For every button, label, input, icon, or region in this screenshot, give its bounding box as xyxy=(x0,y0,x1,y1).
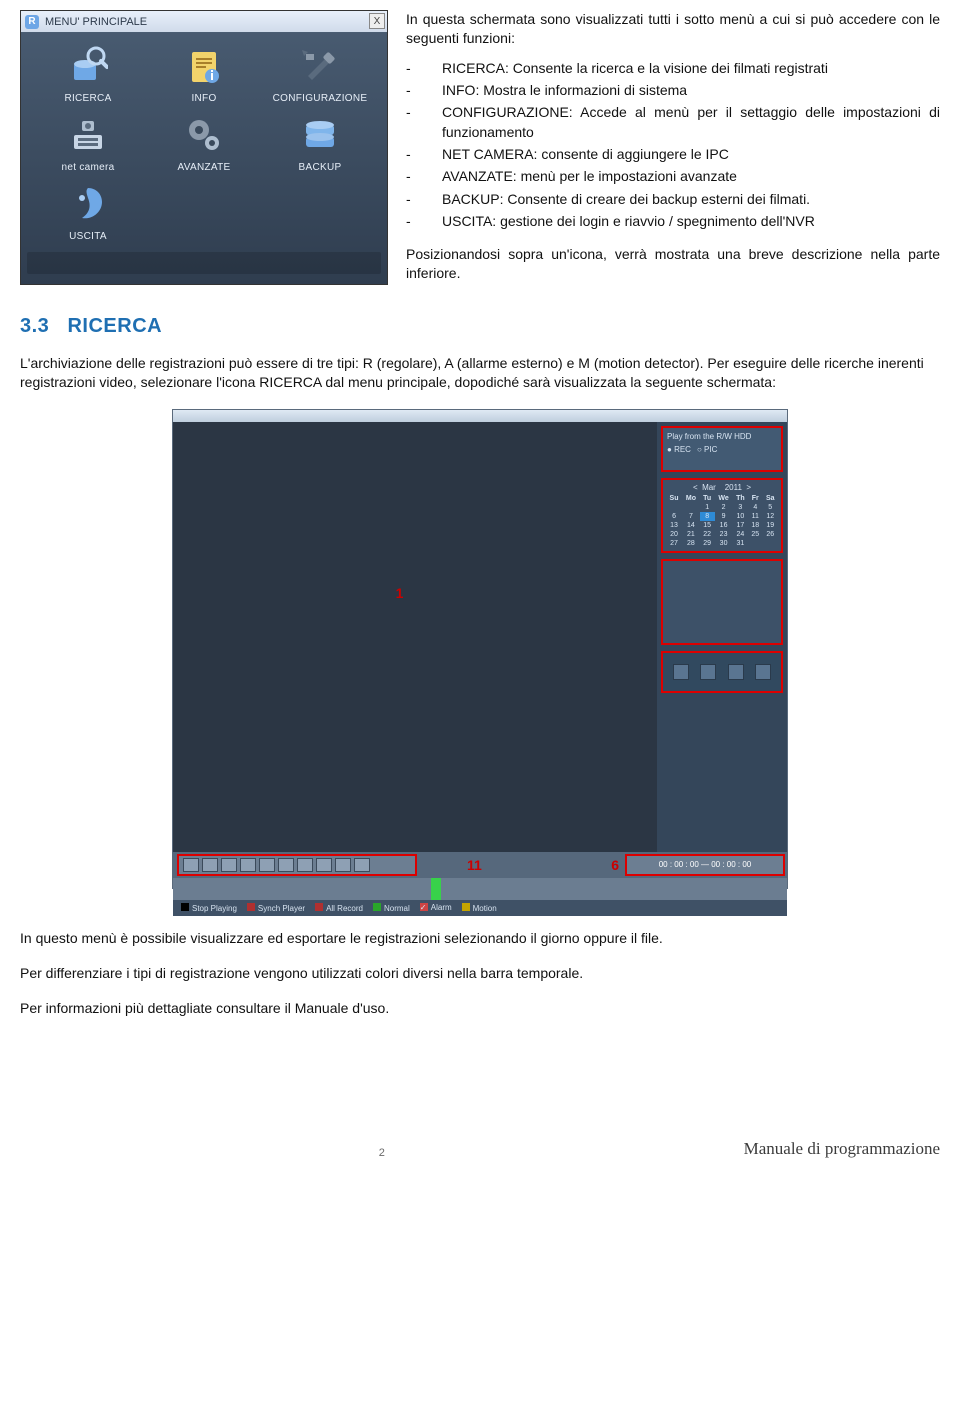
layout-panel[interactable] xyxy=(661,651,783,693)
backup-icon xyxy=(297,112,343,158)
page-footer: 2 Manuale di programmazione xyxy=(20,1139,940,1159)
legend-item: All Record xyxy=(315,903,363,913)
layout-1up-icon[interactable] xyxy=(673,664,689,680)
search-bottom: Stop Playing Synch Player All Record Nor… xyxy=(173,878,787,916)
legend-item: Stop Playing xyxy=(181,903,237,913)
legend-item: Motion xyxy=(462,903,497,913)
skip-back-icon[interactable] xyxy=(297,858,313,872)
info-icon xyxy=(181,43,227,89)
menu-item-config[interactable]: CONFIGURAZIONE xyxy=(267,43,373,104)
stop-icon[interactable] xyxy=(202,858,218,872)
ffwd-icon[interactable] xyxy=(278,858,294,872)
list-item: INFO: Mostra le informazioni di sistema xyxy=(442,81,687,100)
section-heading: 3.3 RICERCA xyxy=(20,315,940,338)
config-icon xyxy=(297,43,343,89)
speed-icon[interactable] xyxy=(354,858,370,872)
layout-16up-icon[interactable] xyxy=(755,664,771,680)
position-note: Posizionandosi sopra un'icona, verrà mos… xyxy=(406,245,940,284)
calendar-panel[interactable]: < Mar 2011 > SuMoTuWeThFrSa 12345 678910… xyxy=(661,478,783,553)
intro-lead: In questa schermata sono visualizzati tu… xyxy=(406,10,940,49)
menu-footer-desc-area xyxy=(27,252,381,274)
footer-title: Manuale di programmazione xyxy=(744,1139,940,1159)
opt-pic[interactable]: ○ PIC xyxy=(697,445,717,454)
legend-item: ✓Alarm xyxy=(420,903,452,912)
description-column: In questa schermata sono visualizzati tu… xyxy=(406,10,940,285)
window-icon: R xyxy=(25,15,39,29)
menu-item-label: net camera xyxy=(35,162,141,173)
rew-icon[interactable] xyxy=(221,858,237,872)
skip-fwd-icon[interactable] xyxy=(316,858,332,872)
section-title: RICERCA xyxy=(67,315,162,337)
menu-titlebar: R MENU' PRINCIPALE X xyxy=(21,11,387,33)
menu-item-label: RICERCA xyxy=(35,93,141,104)
menu-item-label: CONFIGURAZIONE xyxy=(267,93,373,104)
search-titlebar xyxy=(173,410,787,422)
menu-item-label: INFO xyxy=(151,93,257,104)
legend-item: Normal xyxy=(373,903,410,913)
gears-icon xyxy=(181,112,227,158)
search-sidebar: Play from the R/W HDD ● REC ○ PIC < Mar … xyxy=(657,422,787,852)
menu-item-label: USCITA xyxy=(35,231,141,242)
para-export: In questo menù è possibile visualizzare … xyxy=(20,929,940,948)
playback-row: 11 6 00 : 00 : 00 — 00 : 00 : 00 xyxy=(173,852,787,878)
close-icon[interactable]: X xyxy=(369,13,385,29)
channel-panel[interactable] xyxy=(661,559,783,645)
menu-item-info[interactable]: INFO xyxy=(151,43,257,104)
marker-11: 11 xyxy=(467,857,482,873)
timeline-legend: Stop Playing Synch Player All Record Nor… xyxy=(173,900,787,916)
search-window: 1 Play from the R/W HDD ● REC ○ PIC < Ma… xyxy=(172,409,788,889)
menu-item-backup[interactable]: BACKUP xyxy=(267,112,373,173)
opt-rec[interactable]: ● REC xyxy=(667,445,691,454)
layout-4up-icon[interactable] xyxy=(700,664,716,680)
menu-functions-list: -RICERCA: Consente la ricerca e la visio… xyxy=(406,59,940,232)
slow-icon[interactable] xyxy=(335,858,351,872)
prev-icon[interactable] xyxy=(240,858,256,872)
page-number: 2 xyxy=(379,1147,385,1159)
list-item: RICERCA: Consente la ricerca e la vision… xyxy=(442,59,828,78)
playback-viewport: 1 xyxy=(173,422,657,852)
timecode-panel[interactable]: 00 : 00 : 00 — 00 : 00 : 00 xyxy=(625,854,785,876)
list-item: CONFIGURAZIONE: Accede al menù per il se… xyxy=(442,103,940,142)
cal-year: 2011 xyxy=(725,483,742,492)
layout-9up-icon[interactable] xyxy=(728,664,744,680)
legend-item: Synch Player xyxy=(247,903,305,913)
exit-icon xyxy=(65,181,111,227)
archive-paragraph: L'archiviazione delle registrazioni può … xyxy=(20,354,940,393)
source-label: Play from the R/W HDD xyxy=(667,432,777,441)
marker-1: 1 xyxy=(396,585,404,601)
play-icon[interactable] xyxy=(183,858,199,872)
next-icon[interactable] xyxy=(259,858,275,872)
top-row: R MENU' PRINCIPALE X RICERCA INFO xyxy=(20,10,940,285)
netcamera-icon xyxy=(65,112,111,158)
menu-title: MENU' PRINCIPALE xyxy=(45,16,147,28)
list-item: BACKUP: Consente di creare dei backup es… xyxy=(442,190,810,209)
menu-item-netcamera[interactable]: net camera xyxy=(35,112,141,173)
menu-item-avanzate[interactable]: AVANZATE xyxy=(151,112,257,173)
list-item: NET CAMERA: consente di aggiungere le IP… xyxy=(442,145,729,164)
timeline-segment xyxy=(431,878,441,900)
list-item: AVANZATE: menù per le impostazioni avanz… xyxy=(442,167,737,186)
para-manual: Per informazioni più dettagliate consult… xyxy=(20,999,940,1018)
menu-item-uscita[interactable]: USCITA xyxy=(35,181,141,242)
section-number: 3.3 xyxy=(20,315,49,337)
menu-item-ricerca[interactable]: RICERCA xyxy=(35,43,141,104)
search-icon xyxy=(65,43,111,89)
cal-month: Mar xyxy=(702,483,716,492)
calendar-table: SuMoTuWeThFrSa 12345 6789101112 13141516… xyxy=(666,494,778,548)
menu-item-label: BACKUP xyxy=(267,162,373,173)
para-colors: Per differenziare i tipi di registrazion… xyxy=(20,964,940,983)
marker-6: 6 xyxy=(611,857,619,873)
source-panel[interactable]: Play from the R/W HDD ● REC ○ PIC xyxy=(661,426,783,472)
menu-icon-grid: RICERCA INFO CONFIGURAZIONE xyxy=(21,33,387,252)
menu-window: R MENU' PRINCIPALE X RICERCA INFO xyxy=(20,10,388,285)
menu-item-label: AVANZATE xyxy=(151,162,257,173)
playback-controls[interactable] xyxy=(177,854,417,876)
timeline-bar[interactable] xyxy=(173,878,787,900)
list-item: USCITA: gestione dei login e riavvio / s… xyxy=(442,212,815,231)
